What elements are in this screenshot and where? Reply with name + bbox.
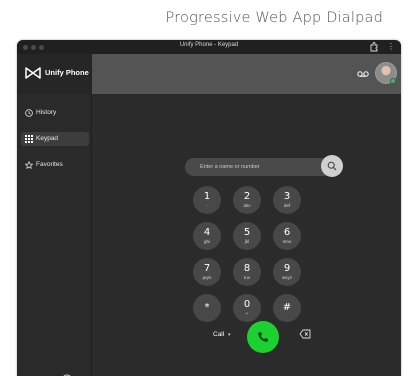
- backspace-icon[interactable]: [299, 329, 311, 339]
- search-placeholder: Enter a name or number: [200, 164, 260, 170]
- key-letters: pqrs: [202, 275, 212, 280]
- call-button[interactable]: [247, 321, 279, 353]
- brand-header: Unify Phone: [17, 54, 92, 94]
- key-4[interactable]: 4 ghi: [193, 222, 221, 250]
- key-6[interactable]: 6 mno: [273, 222, 301, 250]
- presence-status-dot: [390, 78, 396, 84]
- key-letters: abc: [243, 203, 251, 208]
- key-digit: 2: [243, 191, 251, 202]
- phone-icon: [258, 332, 268, 342]
- key-letters: jkl: [244, 239, 250, 244]
- extension-icon[interactable]: [369, 42, 379, 52]
- key-digit: *: [204, 302, 210, 313]
- keypad-grid-icon: [25, 135, 33, 143]
- key-letters: ghi: [203, 239, 210, 244]
- voicemail-icon[interactable]: [357, 70, 369, 78]
- chevron-down-icon[interactable]: ▾: [228, 331, 231, 339]
- sidebar: Unify Phone History Keypad Favorites: [17, 54, 92, 376]
- sidebar-item-history[interactable]: History: [21, 106, 89, 120]
- key-star[interactable]: *: [193, 294, 221, 322]
- title-bar: Unify Phone - Keypad ⋮: [17, 40, 401, 54]
- key-letters: def: [283, 203, 291, 208]
- key-5[interactable]: 5 jkl: [233, 222, 261, 250]
- key-9[interactable]: 9 wxyz: [273, 258, 301, 286]
- key-2[interactable]: 2 abc: [233, 186, 261, 214]
- key-8[interactable]: 8 tuv: [233, 258, 261, 286]
- key-digit: 3: [283, 191, 291, 202]
- page-caption: Progressive Web App Dialpad: [165, 10, 383, 26]
- clock-icon: [25, 109, 33, 117]
- call-type-selector[interactable]: Call: [213, 331, 224, 339]
- key-digit: 4: [203, 227, 211, 238]
- key-hash[interactable]: #: [273, 294, 301, 322]
- sidebar-item-label: Keypad: [36, 135, 59, 142]
- key-letters: tuv: [243, 275, 250, 280]
- key-letters: +: [245, 311, 249, 316]
- key-3[interactable]: 3 def: [273, 186, 301, 214]
- brand-name: Unify Phone: [45, 68, 89, 77]
- key-letters: mno: [282, 239, 292, 244]
- key-digit: 7: [203, 263, 211, 274]
- key-digit: 5: [243, 227, 251, 238]
- key-letters: -: [206, 203, 208, 208]
- key-1[interactable]: 1 -: [193, 186, 221, 214]
- search-input[interactable]: Enter a name or number: [185, 158, 339, 176]
- window-title: Unify Phone - Keypad: [179, 42, 239, 48]
- sidebar-item-label: Favorites: [36, 161, 63, 168]
- search-icon: [327, 161, 337, 171]
- app-window: Unify Phone - Keypad ⋮ Unify Phone Histo…: [17, 40, 401, 376]
- key-letters: wxyz: [282, 275, 292, 280]
- sidebar-item-keypad[interactable]: Keypad: [21, 132, 89, 146]
- key-digit: 8: [243, 263, 251, 274]
- more-menu-icon[interactable]: ⋮: [387, 42, 395, 52]
- key-digit: 1: [203, 191, 211, 202]
- sidebar-item-favorites[interactable]: Favorites: [21, 158, 89, 172]
- key-digit: #: [282, 302, 292, 313]
- search-button[interactable]: [321, 155, 343, 177]
- key-0[interactable]: 0 +: [233, 294, 261, 322]
- unify-logo-icon: [25, 67, 41, 79]
- key-7[interactable]: 7 pqrs: [193, 258, 221, 286]
- top-bar: [92, 54, 401, 94]
- key-digit: 6: [283, 227, 291, 238]
- sidebar-item-label: History: [36, 109, 57, 116]
- key-digit: 0: [243, 299, 251, 310]
- key-digit: 9: [283, 263, 291, 274]
- star-icon: [25, 161, 33, 169]
